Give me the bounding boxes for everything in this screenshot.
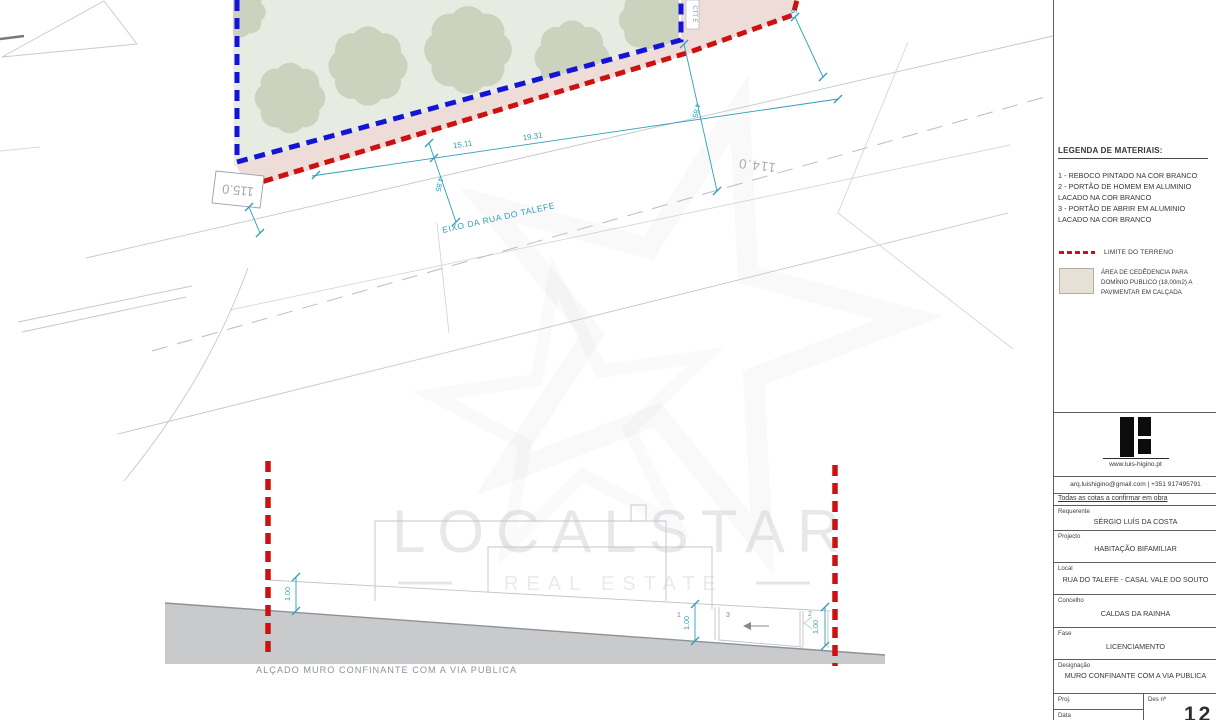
ground-section [165,603,885,664]
luis-higino-logo [1120,417,1152,457]
project-fields: Requerente SÉRGIO LUÍS DA COSTA Projecto… [1054,505,1216,693]
red-dash-swatch [1059,251,1095,255]
star-watermark [421,51,951,566]
drawing-number: 12 [1184,703,1213,720]
des-label: Des nº [1144,694,1216,703]
material-item: 2 - PORTÃO DE HOMEM EM ALUMINIO LACADO N… [1058,182,1210,204]
proj-cell: Proj. Data [1054,694,1144,720]
ctt-label: CTT E [691,5,697,22]
edge-mark [0,36,24,39]
cession-swatch [1059,268,1094,294]
drawing-number-row: Proj. Data Des nº 12 [1054,693,1216,720]
field-value: HABITAÇÃO BIFAMILIAR [1054,540,1216,554]
key-2: 2 [808,611,812,618]
area-label: ÁREA DE CEDÊDENCIA PARA DOMÍNIO PUBLICO … [1101,268,1207,299]
materials-list: 1 - REBOCO PINTADO NA COR BRANCO 2 - POR… [1058,171,1210,226]
field-row-projecto: Projecto HABITAÇÃO BIFAMILIAR [1054,530,1216,562]
dim-485-left: 4.85 [433,176,445,192]
legend-area-row: ÁREA DE CEDÊDENCIA PARA DOMÍNIO PUBLICO … [1059,268,1207,299]
key-3: 3 [726,612,730,619]
field-label: Designação [1054,660,1216,669]
material-item: 3 - PORTÃO DE ABRIR EM ALUMINIO LACADO N… [1058,204,1210,226]
field-row-requerente: Requerente SÉRGIO LUÍS DA COSTA [1054,505,1216,530]
field-value: SÉRGIO LUÍS DA COSTA [1054,515,1216,527]
dimensions-note: Todas as cotas a confirmar em obra [1058,495,1168,502]
field-label: Concelho [1054,595,1216,604]
logo-section: www.luis-higino.pt [1054,417,1216,468]
field-row-local: Local RUA DO TALEFE - CASAL VALE DO SOUT… [1054,562,1216,594]
wall-elevation: 1 3 2 1.00 1.00 1.00 [165,461,885,675]
level-114-label: 114.0 [737,156,776,175]
field-row-designacao: Designação MURO CONFINANTE COM A VIA PUB… [1054,659,1216,693]
elevation-caption: ALÇADO MURO CONFINANTE COM A VIA PUBLICA [256,665,517,675]
data-cell: Data [1054,709,1143,719]
dim-15-11: 15.11 [452,139,473,151]
contact-info: arq.luishigino@gmail.com | +351 91749579… [1054,476,1216,494]
field-label: Requerente [1054,506,1216,515]
field-label: Local [1054,563,1216,572]
limit-label: LIMITE DO TERRENO [1104,249,1173,256]
field-label: Projecto [1054,531,1216,540]
dim-485-right: 4.85 [690,102,702,118]
watermark-line1: LOCALSTAR [392,498,852,565]
field-row-fase: Fase LICENCIAMENTO [1054,627,1216,659]
des-cell: Des nº 12 [1144,694,1216,720]
divider [1054,412,1216,413]
material-item: 1 - REBOCO PINTADO NA COR BRANCO [1058,171,1210,182]
website-url: www.luis-higino.pt [1054,461,1216,468]
plan-and-elevation-canvas: 115.0 114.0 CTT E [0,0,1216,720]
field-value: MURO CONFINANTE COM A VIA PUBLICA [1054,669,1216,681]
material-keys: 1 3 2 [677,611,812,619]
dim-100-mid: 1.00 [682,616,691,630]
logo-rule [1103,458,1169,459]
field-value: CALDAS DA RAINHA [1054,604,1216,619]
gate-swing-arrowhead [743,622,751,630]
title-block: LEGENDA DE MATERIAIS: 1 - REBOCO PINTADO… [1053,0,1216,720]
field-row-concelho: Concelho CALDAS DA RAINHA [1054,594,1216,627]
dim-100-right: 1.00 [811,620,820,634]
key-1: 1 [677,612,681,619]
legend-title: LEGENDA DE MATERIAIS: [1058,146,1208,159]
localstar-watermark: LOCALSTAR REAL ESTATE [392,498,852,595]
field-value: LICENCIAMENTO [1054,637,1216,652]
dim-51: 5.1 [788,9,799,21]
field-value: RUA DO TALEFE - CASAL VALE DO SOUTO [1054,572,1216,585]
drawing-sheet: 115.0 114.0 CTT E [0,0,1216,720]
proj-label: Proj. [1054,694,1143,703]
dim-19-31: 19.31 [522,131,544,143]
data-label: Data [1054,710,1143,719]
watermark-line2: REAL ESTATE [504,573,724,595]
legend-limit-row: LIMITE DO TERRENO [1059,249,1173,256]
field-label: Fase [1054,628,1216,637]
dim-100-left: 1.00 [283,587,292,601]
